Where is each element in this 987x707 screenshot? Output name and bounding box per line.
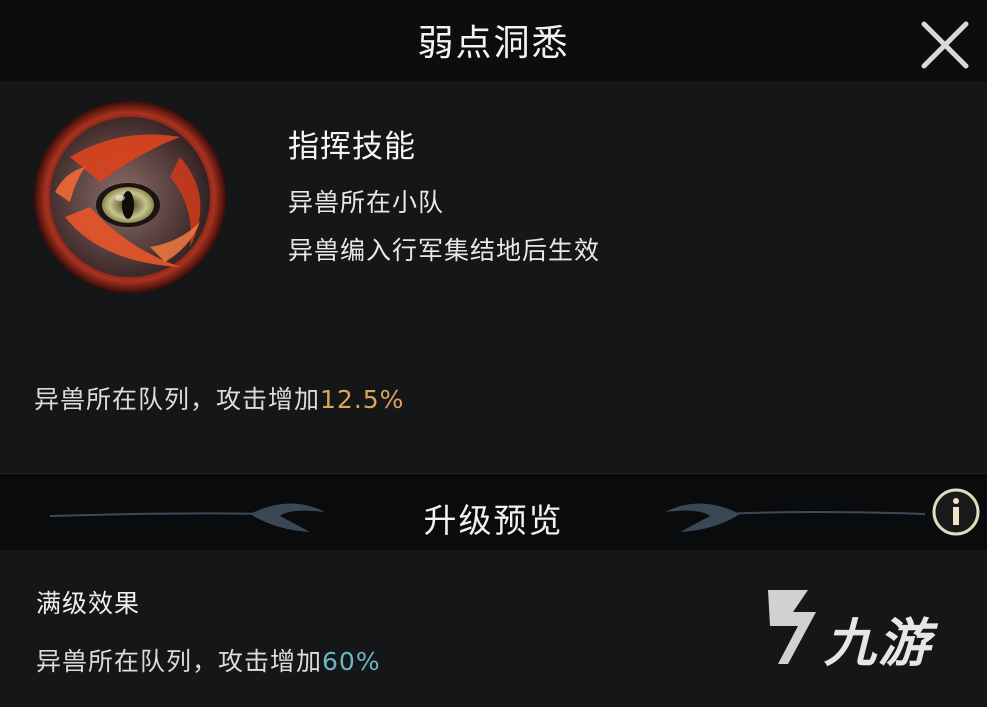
current-effect: 异兽所在队列，攻击增加12.5% <box>34 380 404 416</box>
skill-detail-dialog: 弱点洞悉 指挥技能 异兽所在小队 异兽编入行军集结地后生效 异兽所在队列，攻击增… <box>0 0 987 707</box>
skill-info-panel: 指挥技能 异兽所在小队 异兽编入行军集结地后生效 异兽所在队列，攻击增加12.5… <box>0 83 987 473</box>
skill-condition-2: 异兽编入行军集结地后生效 <box>288 236 601 265</box>
current-effect-text: 异兽所在队列，攻击增加 <box>34 385 321 414</box>
dialog-header: 弱点洞悉 <box>0 0 987 83</box>
max-level-label: 满级效果 <box>36 589 141 618</box>
close-button[interactable] <box>918 18 972 72</box>
watermark-text: 九游 <box>824 614 933 674</box>
dialog-title: 弱点洞悉 <box>417 23 570 64</box>
upgrade-preview-bar: 升级预览 <box>0 473 987 551</box>
beast-eye-icon <box>34 101 226 293</box>
info-icon <box>932 488 980 536</box>
skill-name: 指挥技能 <box>288 129 416 165</box>
ornament-right-icon <box>665 503 926 532</box>
max-effect-value: 60% <box>322 647 381 676</box>
close-icon <box>921 21 969 69</box>
info-button[interactable] <box>930 486 982 538</box>
current-effect-value: 12.5% <box>320 385 405 414</box>
skill-condition-1: 异兽所在小队 <box>288 188 445 217</box>
max-effect-text: 异兽所在队列，攻击增加 <box>36 647 323 676</box>
max-level-effect: 异兽所在队列，攻击增加60% <box>36 642 381 678</box>
